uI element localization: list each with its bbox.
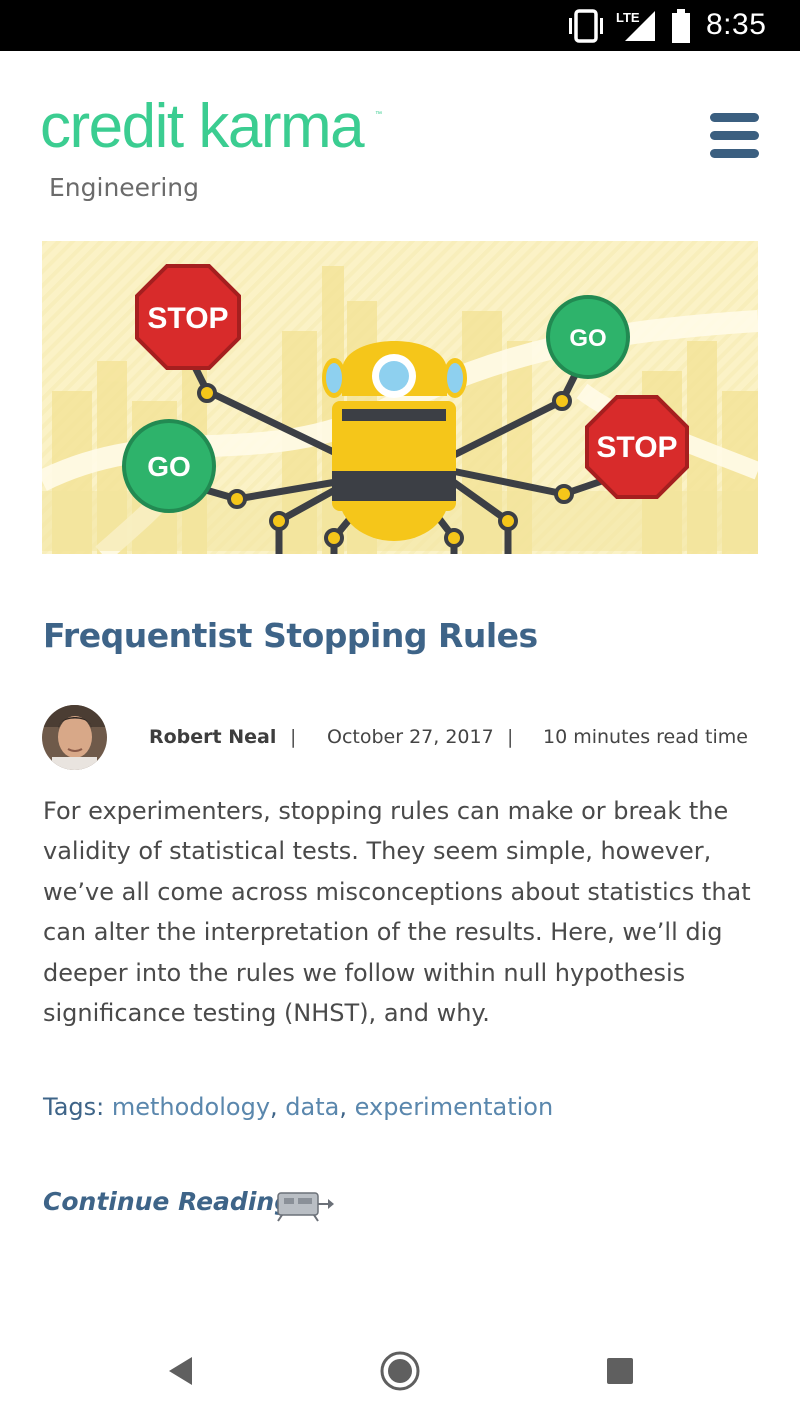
tags-list: Tags: methodology, data, experimentation <box>43 1093 553 1121</box>
continue-reading-link[interactable]: Continue Reading <box>43 1187 292 1216</box>
home-icon[interactable] <box>379 1350 421 1392</box>
go-sign-right: GO <box>546 295 630 379</box>
tag-link-data[interactable]: data <box>285 1093 339 1121</box>
stop-sign-label: STOP <box>147 302 228 335</box>
tag-separator: , <box>270 1093 278 1121</box>
tag-separator: , <box>339 1093 347 1121</box>
hamburger-menu-button[interactable] <box>710 113 759 159</box>
article-title[interactable]: Frequentist Stopping Rules <box>43 616 538 655</box>
meta-separator: | <box>507 726 514 748</box>
tag-link-methodology[interactable]: methodology <box>112 1093 270 1121</box>
recents-icon[interactable] <box>605 1356 635 1386</box>
back-icon[interactable] <box>166 1355 196 1387</box>
author-avatar <box>42 705 107 770</box>
stop-sign-label: STOP <box>596 431 677 464</box>
hamburger-menu-icon-bar <box>710 149 759 158</box>
read-time: 10 minutes read time <box>543 726 748 748</box>
signal-icon <box>625 11 655 41</box>
robot-arrow-icon[interactable] <box>268 1187 334 1223</box>
status-bar: LTE 8:35 <box>0 0 800 51</box>
go-sign-left: GO <box>122 419 216 513</box>
logo-text: credit karma <box>40 92 365 161</box>
post-date: October 27, 2017 <box>327 726 494 748</box>
tag-link-experimentation[interactable]: experimentation <box>355 1093 554 1121</box>
hero-image[interactable]: STOP GO GO STOP <box>42 241 758 554</box>
robot-stop-go-illustration: STOP GO GO STOP <box>42 241 758 554</box>
meta-separator: | <box>290 726 297 748</box>
hamburger-menu-icon-bar <box>710 131 759 140</box>
article-excerpt: For experimenters, stopping rules can ma… <box>43 797 751 1028</box>
credit-karma-logo[interactable]: credit karma ™ <box>40 96 382 158</box>
stop-sign-right: STOP <box>585 395 689 499</box>
battery-icon <box>672 9 690 43</box>
status-time: 8:35 <box>706 8 767 41</box>
go-sign-label: GO <box>569 325 606 352</box>
logo-trademark: ™ <box>375 111 382 118</box>
author-name[interactable]: Robert Neal <box>149 726 276 748</box>
go-sign-label: GO <box>147 451 191 482</box>
vibrate-icon <box>569 9 603 43</box>
tags-label: Tags: <box>43 1093 105 1121</box>
stop-sign-top-left: STOP <box>135 264 241 370</box>
logo-subtitle: Engineering <box>49 173 199 202</box>
hamburger-menu-icon-bar <box>710 113 759 122</box>
